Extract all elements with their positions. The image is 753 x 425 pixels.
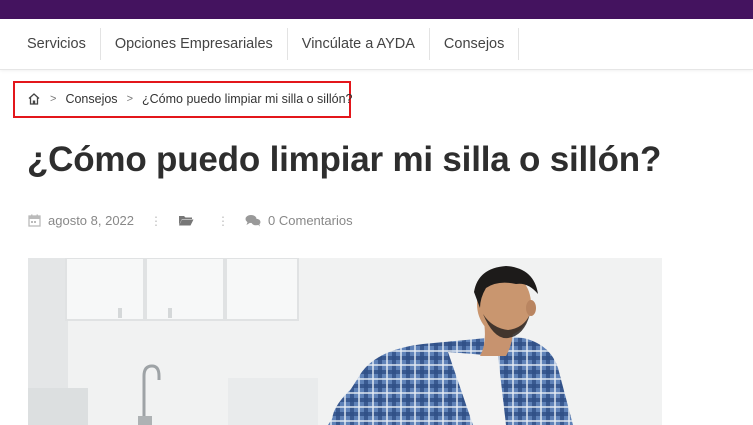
breadcrumb-separator: > <box>50 93 57 105</box>
post-meta: agosto 8, 2022 ⋮ ⋮ 0 Comentarios <box>28 213 353 228</box>
nav-item-opciones-empresariales[interactable]: Opciones Empresariales <box>101 28 288 60</box>
post-date: agosto 8, 2022 <box>48 213 135 228</box>
breadcrumb-current: ¿Cómo puedo limpiar mi silla o sillón? <box>142 92 353 106</box>
breadcrumb-link-consejos[interactable]: Consejos <box>65 92 117 106</box>
nav-item-servicios[interactable]: Servicios <box>13 28 101 60</box>
breadcrumb: > Consejos > ¿Cómo puedo limpiar mi sill… <box>27 92 353 106</box>
meta-separator: ⋮ <box>150 213 163 228</box>
page-title: ¿Cómo puedo limpiar mi silla o sillón? <box>27 140 662 179</box>
calendar-icon <box>28 214 41 227</box>
comment-count[interactable]: 0 Comentarios <box>268 213 353 228</box>
nav-items: Servicios Opciones Empresariales Vincúla… <box>13 28 520 60</box>
home-icon[interactable] <box>27 92 41 106</box>
nav-item-consejos[interactable]: Consejos <box>430 28 520 60</box>
main-nav: Servicios Opciones Empresariales Vincúla… <box>0 19 753 70</box>
featured-image <box>28 258 662 425</box>
meta-separator: ⋮ <box>217 213 230 228</box>
folder-icon[interactable] <box>178 214 194 227</box>
nav-item-vinculate[interactable]: Vincúlate a AYDA <box>288 28 430 60</box>
breadcrumb-separator: > <box>126 93 133 105</box>
comments-icon <box>245 214 261 227</box>
top-bar <box>0 0 753 19</box>
